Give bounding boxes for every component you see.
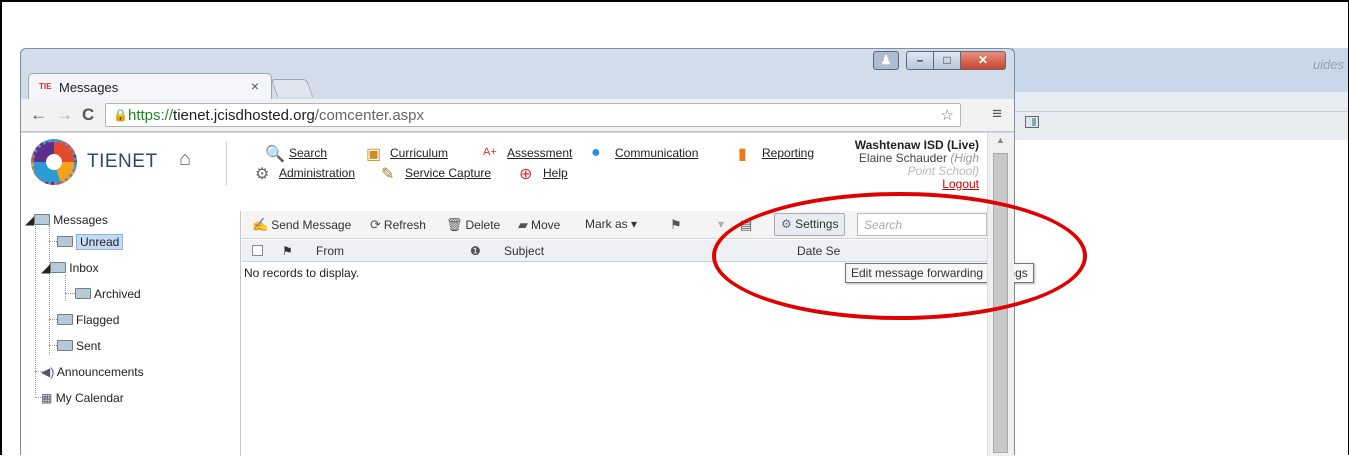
folder-icon xyxy=(75,288,91,299)
tienet-favicon-icon: TIE xyxy=(39,82,52,91)
more-dropdown[interactable]: ▾ xyxy=(718,217,724,231)
refresh-icon: ⟳ xyxy=(370,217,381,232)
empty-message: No records to display. xyxy=(244,266,360,280)
scroll-up-icon[interactable]: ▲ xyxy=(996,135,1005,145)
folder-icon: ▰ xyxy=(518,217,528,232)
calendar-icon: ▦ xyxy=(41,391,53,405)
folder-tree: ◢ Messages Unread ◢ Inbox Archived Flagged… xyxy=(21,211,241,456)
tab-close-icon[interactable]: × xyxy=(251,78,259,94)
column-subject[interactable]: Subject xyxy=(504,244,544,258)
tree-item-calendar[interactable]: ▦ My Calendar xyxy=(41,391,124,405)
refresh-button[interactable]: ⟳ Refresh xyxy=(370,217,426,233)
nav-administration[interactable]: ⚙ Administration xyxy=(255,166,355,183)
select-all-checkbox[interactable] xyxy=(252,245,263,256)
envelope-icon xyxy=(57,236,73,247)
send-message-button[interactable]: ✍ Send Message xyxy=(252,217,351,233)
user-name: Elaine Schauder xyxy=(858,151,947,165)
nav-communication[interactable]: ● Communication xyxy=(591,144,698,161)
forward-arrow-icon[interactable]: → xyxy=(56,105,73,125)
new-tab-button[interactable] xyxy=(270,79,314,97)
logout-link[interactable]: Logout xyxy=(799,178,979,191)
maximize-icon[interactable]: □ xyxy=(933,51,961,70)
envelope-icon xyxy=(34,214,51,225)
tree-item-flagged[interactable]: Flagged xyxy=(57,313,119,327)
collapse-arrow-icon[interactable]: ◢ xyxy=(41,261,50,275)
tree-item-unread[interactable]: Unread xyxy=(57,234,124,250)
highlight-ellipse xyxy=(712,192,1087,320)
envelope-icon xyxy=(50,262,67,273)
dropdown-arrow-icon: ▾ xyxy=(631,217,638,231)
delete-button[interactable]: 🗑 Delete xyxy=(446,217,500,233)
nav-help[interactable]: ⊕ Help xyxy=(519,166,568,183)
dropdown-arrow-icon: ▾ xyxy=(718,217,725,231)
reload-icon[interactable]: C xyxy=(82,105,94,125)
pencil-icon: ✎ xyxy=(381,166,395,183)
gear-icon: ⚙ xyxy=(255,166,270,183)
importance-icon[interactable]: ❶ xyxy=(470,244,481,258)
book-icon: ▣ xyxy=(366,146,382,163)
tree-item-inbox[interactable]: ◢ Inbox xyxy=(41,261,99,275)
close-window-icon[interactable]: ✕ xyxy=(960,51,1006,70)
tree-item-archived[interactable]: Archived xyxy=(75,287,141,301)
nav-curriculum[interactable]: ▣ Curriculum xyxy=(366,146,448,163)
column-from[interactable]: From xyxy=(316,244,344,258)
user-info: Washtenaw ISD (Live) Elaine Schauder (Hi… xyxy=(799,139,979,191)
megaphone-icon: ◀) xyxy=(41,365,55,379)
envelope-icon xyxy=(57,340,73,351)
background-window: uides xyxy=(1012,48,1348,140)
tab-title: Messages xyxy=(59,80,119,95)
browser-tab[interactable]: TIE Messages × xyxy=(28,73,272,99)
lock-icon: 🔒 xyxy=(113,108,128,122)
envelope-icon xyxy=(57,314,73,325)
flag-button[interactable]: ⚑ xyxy=(670,217,685,233)
nav-service-capture[interactable]: ✎ Service Capture xyxy=(381,166,491,183)
lifebuoy-icon: ⊕ xyxy=(519,166,533,183)
url-text: https://tienet.jcisdhosted.org/comcenter… xyxy=(128,107,425,124)
brand-name: TIENET xyxy=(87,151,158,172)
nav-assessment[interactable]: A+ Assessment xyxy=(483,146,572,160)
nav-search[interactable]: 🔍 Search xyxy=(265,146,327,163)
collapse-arrow-icon[interactable]: ◢ xyxy=(25,213,34,227)
minimize-icon[interactable]: – xyxy=(906,51,934,70)
chat-bubble-icon: ● xyxy=(591,144,601,161)
address-bar[interactable]: 🔒 https://tienet.jcisdhosted.org/comcent… xyxy=(105,103,961,127)
back-arrow-icon[interactable]: ← xyxy=(30,105,47,125)
bar-chart-icon: ▮ xyxy=(738,146,747,163)
window-controls: ♟ – □ ✕ xyxy=(873,51,1006,71)
mark-as-dropdown[interactable]: Mark as ▾ xyxy=(585,217,637,231)
tree-item-announcements[interactable]: ◀) Announcements xyxy=(41,365,144,379)
flag-column-icon[interactable]: ⚑ xyxy=(282,244,293,258)
compose-icon: ✍ xyxy=(252,217,269,232)
browser-menu-icon[interactable]: ≡ xyxy=(992,104,1002,124)
tienet-logo-icon xyxy=(31,139,77,185)
tree-item-sent[interactable]: Sent xyxy=(57,339,101,353)
home-icon[interactable]: ⌂ xyxy=(179,148,191,171)
browser-toolbar: ← → C 🔒 https://tienet.jcisdhosted.org/c… xyxy=(21,99,1014,132)
bookmark-star-icon[interactable]: ☆ xyxy=(941,106,954,124)
background-window-text: uides xyxy=(1312,57,1344,72)
tree-item-messages[interactable]: ◢ Messages xyxy=(25,213,108,227)
grade-icon: A+ xyxy=(483,146,497,158)
trash-icon: 🗑 xyxy=(446,217,463,232)
flag-icon: ⚑ xyxy=(670,217,682,232)
move-button[interactable]: ▰ Move xyxy=(518,217,560,233)
search-icon: 🔍 xyxy=(265,146,285,163)
panel-icon[interactable] xyxy=(1025,116,1039,128)
user-profile-icon[interactable]: ♟ xyxy=(873,51,899,70)
